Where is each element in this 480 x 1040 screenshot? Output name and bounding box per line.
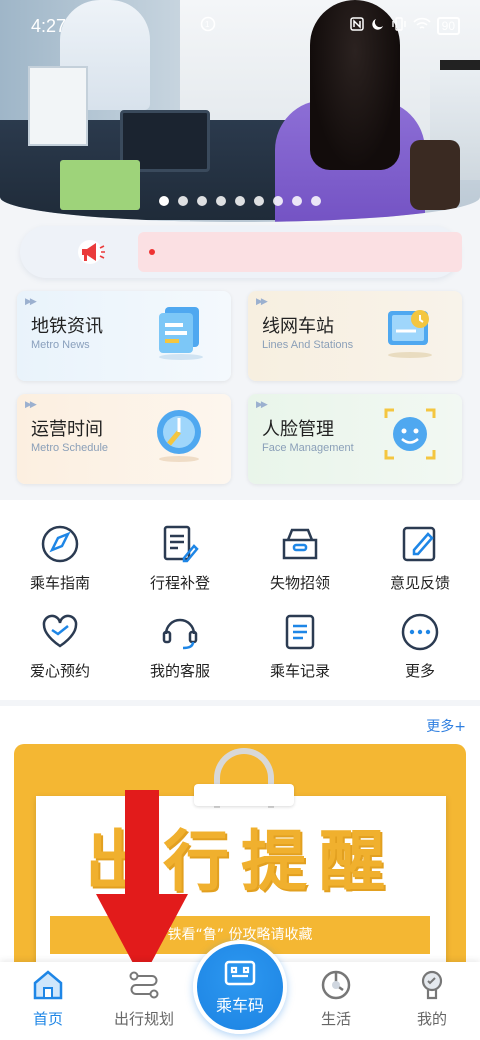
station-map-icon	[380, 301, 440, 361]
megaphone-icon	[76, 239, 112, 265]
hero-photo-sign	[28, 66, 88, 146]
home-icon	[31, 968, 65, 1002]
notice-scroll-area[interactable]	[138, 232, 462, 272]
tab-label: 我的	[416, 1010, 447, 1028]
carousel-indicator	[0, 196, 480, 206]
carousel-dot[interactable]	[292, 196, 302, 206]
qr-code-icon	[224, 960, 256, 988]
carousel-dot[interactable]	[216, 196, 226, 206]
profile-icon	[415, 968, 449, 1002]
carousel-dot[interactable]	[159, 196, 169, 206]
ride-code-button[interactable]: 乘车码	[193, 940, 287, 1034]
vibrate-icon	[391, 16, 407, 36]
tab-trip-planning[interactable]: 出行规划	[96, 962, 192, 1029]
card-face-management[interactable]: ▶▶ 人脸管理 Face Management	[248, 394, 462, 484]
more-link[interactable]: 更多+	[426, 716, 466, 736]
carousel-dot[interactable]	[197, 196, 207, 206]
bottom-nav: 首页 出行规划 乘车码 生活 我的	[0, 940, 480, 1040]
promo-section: 更多+ 出行提醒 铁看“鲁” 份攻略请收藏	[0, 706, 480, 974]
card-subtitle: Metro News	[31, 339, 90, 351]
status-app-icon: 1	[200, 16, 216, 36]
service-label: 爱心预约	[29, 662, 90, 680]
hero-photo-gate-display	[440, 60, 480, 70]
ride-code-label: 乘车码	[215, 996, 264, 1015]
service-lost-found[interactable]: 失物招领	[240, 524, 360, 593]
carousel-dot[interactable]	[311, 196, 321, 206]
status-bar: 4:27 1 90	[0, 0, 480, 52]
tab-home[interactable]: 首页	[0, 962, 96, 1029]
carousel-dot[interactable]	[235, 196, 245, 206]
service-label: 乘车记录	[269, 662, 330, 680]
card-title: 运营时间	[31, 419, 103, 440]
service-label: 更多	[404, 662, 435, 680]
card-arrows-icon: ▶▶	[256, 400, 268, 410]
status-indicators: 90	[349, 16, 460, 36]
life-icon	[319, 968, 353, 1002]
red-down-arrow-icon	[96, 790, 188, 980]
carousel-dot[interactable]	[178, 196, 188, 206]
card-subtitle: Lines And Stations	[262, 339, 354, 351]
service-label: 行程补登	[149, 574, 210, 592]
card-subtitle: Face Management	[262, 442, 354, 454]
notice-dot	[149, 249, 155, 255]
tab-mine[interactable]: 我的	[384, 962, 480, 1029]
status-time: 4:27	[31, 16, 67, 36]
heart-icon	[40, 612, 80, 652]
carousel-dot[interactable]	[254, 196, 264, 206]
tab-label: 生活	[320, 1010, 351, 1028]
more-dots-icon	[400, 612, 440, 652]
service-label: 乘车指南	[29, 574, 90, 592]
tab-label: 出行规划	[113, 1010, 174, 1028]
card-arrows-icon: ▶▶	[256, 297, 268, 307]
card-lines-stations[interactable]: ▶▶ 线网车站 Lines And Stations	[248, 291, 462, 381]
service-label: 我的客服	[149, 662, 210, 680]
card-arrows-icon: ▶▶	[25, 297, 37, 307]
promo-clip-base	[194, 784, 294, 806]
feedback-pen-icon	[400, 524, 440, 564]
card-title: 线网车站	[262, 316, 334, 337]
lost-found-box-icon	[280, 524, 320, 564]
nfc-icon	[349, 16, 365, 36]
service-label: 意见反馈	[389, 574, 450, 592]
record-list-icon	[280, 612, 320, 652]
card-metro-news[interactable]: ▶▶ 地铁资讯 Metro News	[17, 291, 231, 381]
card-title: 地铁资讯	[31, 316, 103, 337]
card-subtitle: Metro Schedule	[31, 442, 109, 454]
service-customer-service[interactable]: 我的客服	[120, 612, 240, 681]
service-feedback[interactable]: 意见反馈	[360, 524, 480, 593]
moon-icon	[371, 17, 385, 35]
service-label: 失物招领	[269, 574, 330, 592]
card-title: 人脸管理	[262, 419, 334, 440]
svg-text:1: 1	[205, 20, 210, 29]
services-grid: 乘车指南 行程补登 失物招领 意见反馈 爱心预约 我的客服 乘车记录 更多	[0, 500, 480, 700]
tab-life[interactable]: 生活	[288, 962, 384, 1029]
compass-icon	[40, 524, 80, 564]
route-plan-icon	[127, 968, 161, 1002]
notice-bar[interactable]	[20, 226, 462, 278]
tab-label: 首页	[32, 1010, 63, 1028]
clock-dial-icon	[149, 404, 209, 464]
card-arrows-icon: ▶▶	[25, 400, 37, 410]
service-ride-guide[interactable]: 乘车指南	[0, 524, 120, 593]
service-trip-makeup[interactable]: 行程补登	[120, 524, 240, 593]
carousel-dot[interactable]	[273, 196, 283, 206]
service-ride-records[interactable]: 乘车记录	[240, 612, 360, 681]
card-metro-schedule[interactable]: ▶▶ 运营时间 Metro Schedule	[17, 394, 231, 484]
wifi-icon	[413, 17, 431, 35]
service-more[interactable]: 更多	[360, 612, 480, 681]
headset-icon	[160, 612, 200, 652]
battery-indicator: 90	[436, 17, 460, 35]
face-scan-icon	[380, 404, 440, 464]
service-love-reservation[interactable]: 爱心预约	[0, 612, 120, 681]
edit-document-icon	[160, 524, 200, 564]
news-stack-icon	[149, 301, 209, 361]
